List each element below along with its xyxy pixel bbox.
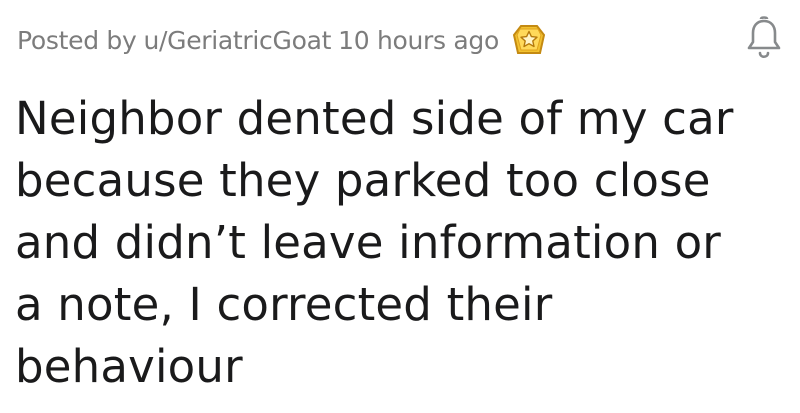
- post-title[interactable]: Neighbor dented side of my car because t…: [15, 88, 785, 398]
- post-title-line: because they parked too close: [15, 154, 711, 207]
- post-meta: Posted by u/GeriatricGoat 10 hours ago: [17, 22, 547, 58]
- post-author-link[interactable]: u/GeriatricGoat: [143, 26, 331, 55]
- post-title-line: Neighbor dented side of my car: [15, 92, 734, 145]
- post-title-line: behaviour: [15, 340, 243, 393]
- posted-by-label: Posted by: [17, 25, 137, 55]
- post-timestamp[interactable]: 10 hours ago: [338, 26, 499, 55]
- gold-star-award-icon[interactable]: [511, 22, 547, 58]
- post-title-line: a note, I corrected their: [15, 278, 553, 331]
- post-title-line: and didn’t leave information or: [15, 216, 722, 269]
- bell-icon[interactable]: [744, 14, 784, 62]
